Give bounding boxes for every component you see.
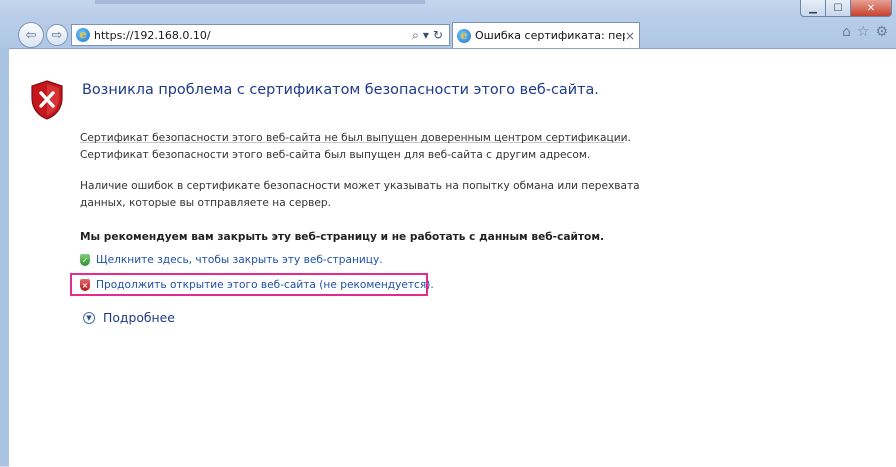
description-line: Сертификат безопасности этого веб-сайта … (80, 132, 631, 144)
forward-button[interactable]: ⇨ (46, 24, 68, 46)
error-shield-icon (31, 80, 63, 120)
close-page-link-label[interactable]: Щелкните здесь, чтобы закрыть эту веб-ст… (96, 254, 383, 266)
window-left-border (0, 48, 9, 466)
expand-circle-icon: ▼ (83, 311, 95, 324)
tab-certificate-error[interactable]: e Ошибка сертификата: пер... × (452, 22, 640, 48)
warning-line: Наличие ошибок в сертификате безопасност… (80, 180, 640, 192)
star-icon[interactable]: ☆ (857, 24, 870, 40)
continue-link-label[interactable]: Продолжить открытие этого веб-сайта (не … (96, 279, 434, 291)
address-tools: ⌕ ▾ ↻ (412, 28, 449, 43)
description-line: Сертификат безопасности этого веб-сайта … (80, 149, 591, 161)
command-icons: ⌂ ☆ ⚙ (842, 24, 888, 40)
dropdown-icon[interactable]: ▾ (423, 28, 429, 43)
tab-close-icon[interactable]: × (625, 29, 639, 43)
tab-title: Ошибка сертификата: пер... (475, 29, 625, 42)
title-bar-shadow (95, 0, 425, 4)
forward-arrow-icon: ⇨ (51, 27, 63, 43)
red-shield-icon: × (80, 279, 90, 291)
window-controls: ▁ ☐ ✕ (800, 0, 892, 17)
home-icon[interactable]: ⌂ (842, 24, 851, 40)
green-shield-icon: ✓ (80, 254, 90, 266)
search-icon[interactable]: ⌕ (412, 28, 419, 43)
certificate-description: Сертификат безопасности этого веб-сайта … (80, 130, 631, 164)
ie-tab-icon: e (457, 28, 471, 43)
ie-page-icon: e (76, 28, 90, 42)
more-information-toggle[interactable]: ▼ Подробнее (83, 310, 175, 325)
back-arrow-icon: ⇦ (25, 27, 37, 43)
refresh-icon[interactable]: ↻ (433, 28, 443, 43)
close-page-link[interactable]: ✓ Щелкните здесь, чтобы закрыть эту веб-… (80, 254, 383, 266)
warning-line: данных, которые вы отправляете на сервер… (80, 197, 331, 209)
back-button[interactable]: ⇦ (18, 22, 44, 48)
minimize-button[interactable]: ▁ (800, 0, 826, 17)
continue-to-site-link[interactable]: × Продолжить открытие этого веб-сайта (н… (80, 279, 434, 291)
security-warning-text: Наличие ошибок в сертификате безопасност… (80, 178, 640, 212)
more-information-label[interactable]: Подробнее (103, 310, 175, 325)
maximize-button[interactable]: ☐ (825, 0, 851, 17)
recommendation-text: Мы рекомендуем вам закрыть эту веб-стран… (80, 231, 605, 243)
gear-icon[interactable]: ⚙ (875, 24, 888, 40)
page-title: Возникла проблема с сертификатом безопас… (82, 82, 599, 98)
address-bar[interactable]: e https://192.168.0.10/ ⌕ ▾ ↻ (71, 24, 450, 46)
close-button[interactable]: ✕ (850, 0, 892, 17)
page-content: Возникла проблема с сертификатом безопас… (9, 48, 896, 467)
address-url[interactable]: https://192.168.0.10/ (94, 29, 412, 42)
